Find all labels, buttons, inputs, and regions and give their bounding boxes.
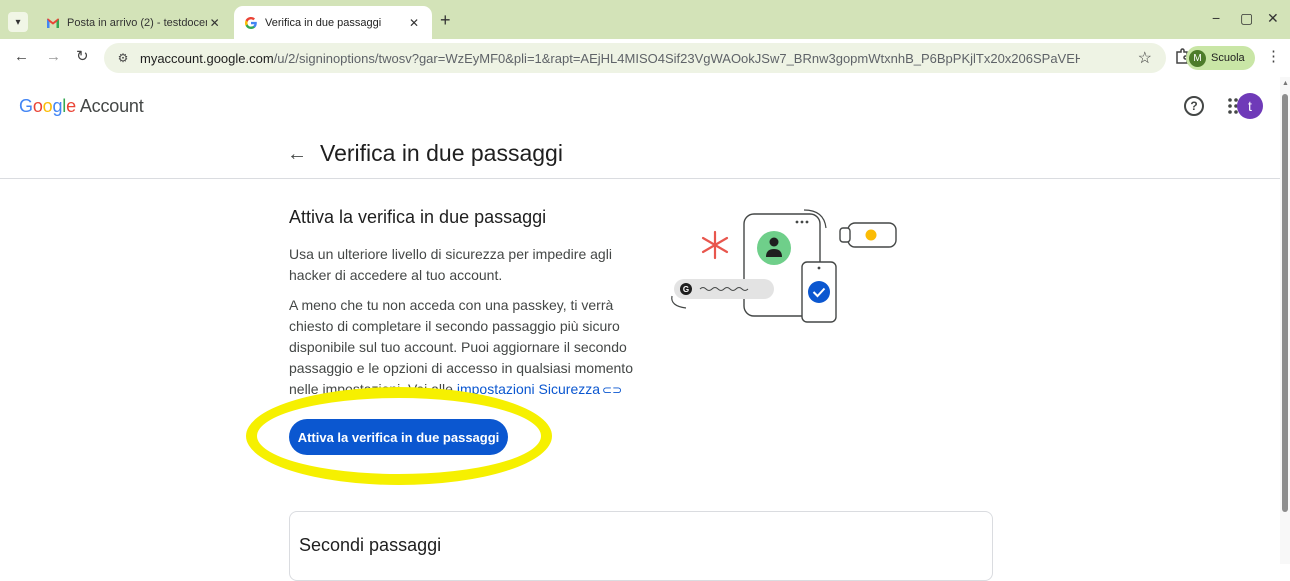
check-icon — [808, 281, 830, 303]
intro-text: Usa un ulteriore livello di sicurezza pe… — [289, 246, 612, 283]
reload-button[interactable]: ↻ — [76, 49, 89, 65]
browser-toolbar: ← → ↻ ⚙ myaccount.google.com/u/2/signino… — [0, 39, 1290, 77]
tab-verifica[interactable]: Verifica in due passaggi ✕ — [234, 6, 432, 39]
url-text[interactable]: myaccount.google.com/u/2/signinoptions/t… — [140, 51, 1080, 66]
close-icon[interactable]: ✕ — [406, 16, 422, 30]
page-back-button[interactable]: ← — [287, 143, 307, 166]
asterisk-icon — [701, 230, 729, 260]
page-title: Verifica in due passaggi — [320, 140, 563, 166]
tab-title: Verifica in due passaggi — [265, 16, 382, 29]
tab-search-button[interactable]: ▾ — [8, 12, 28, 32]
gmail-icon — [47, 17, 59, 28]
link-icon: ⊂⊃ — [602, 383, 623, 397]
google-g-icon — [245, 16, 257, 29]
person-badge-icon — [757, 231, 791, 265]
forward-button[interactable]: → — [46, 49, 61, 65]
bookmark-star-icon[interactable]: ☆ — [1138, 48, 1152, 68]
two-step-illustration: G — [671, 209, 897, 323]
site-info-icon[interactable]: ⚙ — [110, 47, 136, 69]
profile-avatar: M — [1189, 49, 1206, 67]
google-account-logo[interactable]: Google Account — [19, 96, 144, 117]
enable-two-step-button[interactable]: Attiva la verifica in due passaggi — [289, 419, 508, 455]
header-divider — [0, 178, 1280, 179]
tab-title: Posta in arrivo (2) - testdocente — [67, 16, 208, 29]
svg-text:G: G — [683, 285, 689, 294]
profile-name: Scuola — [1211, 52, 1245, 64]
app-header: Google Account — [0, 77, 1280, 135]
tab-gmail[interactable]: Posta in arrivo (2) - testdocente ✕ — [36, 6, 232, 39]
close-window-button[interactable]: ✕ — [1267, 10, 1279, 27]
account-avatar[interactable]: t — [1237, 93, 1263, 119]
url-path: /u/2/signinoptions/twosv?gar=WzEyMF0&pli… — [273, 50, 1080, 66]
section-heading: Attiva la verifica in due passaggi — [289, 207, 547, 227]
tab-strip: ▾ Posta in arrivo (2) - testdocente ✕ Ve… — [0, 0, 1290, 39]
scrollbar-thumb[interactable] — [1282, 94, 1288, 512]
close-icon[interactable]: ✕ — [207, 16, 222, 30]
minimize-button[interactable]: − — [1212, 10, 1220, 26]
more-menu-icon[interactable]: ⋮ — [1266, 49, 1281, 65]
new-tab-button[interactable]: + — [440, 11, 451, 29]
profile-button[interactable]: M Scuola — [1186, 46, 1255, 70]
help-icon[interactable]: ? — [1184, 96, 1204, 116]
details-text: A meno che tu non acceda con una passkey… — [289, 295, 649, 401]
card-title: Secondi passaggi — [299, 535, 442, 555]
scroll-up-arrow-icon[interactable]: ▲ — [1282, 80, 1289, 87]
url-host: myaccount.google.com — [140, 50, 274, 66]
maximize-button[interactable]: ▢ — [1240, 10, 1253, 27]
address-bar[interactable]: ⚙ myaccount.google.com/u/2/signinoptions… — [104, 43, 1166, 73]
brand-account-label: Account — [79, 96, 144, 116]
back-button[interactable]: ← — [14, 49, 29, 65]
